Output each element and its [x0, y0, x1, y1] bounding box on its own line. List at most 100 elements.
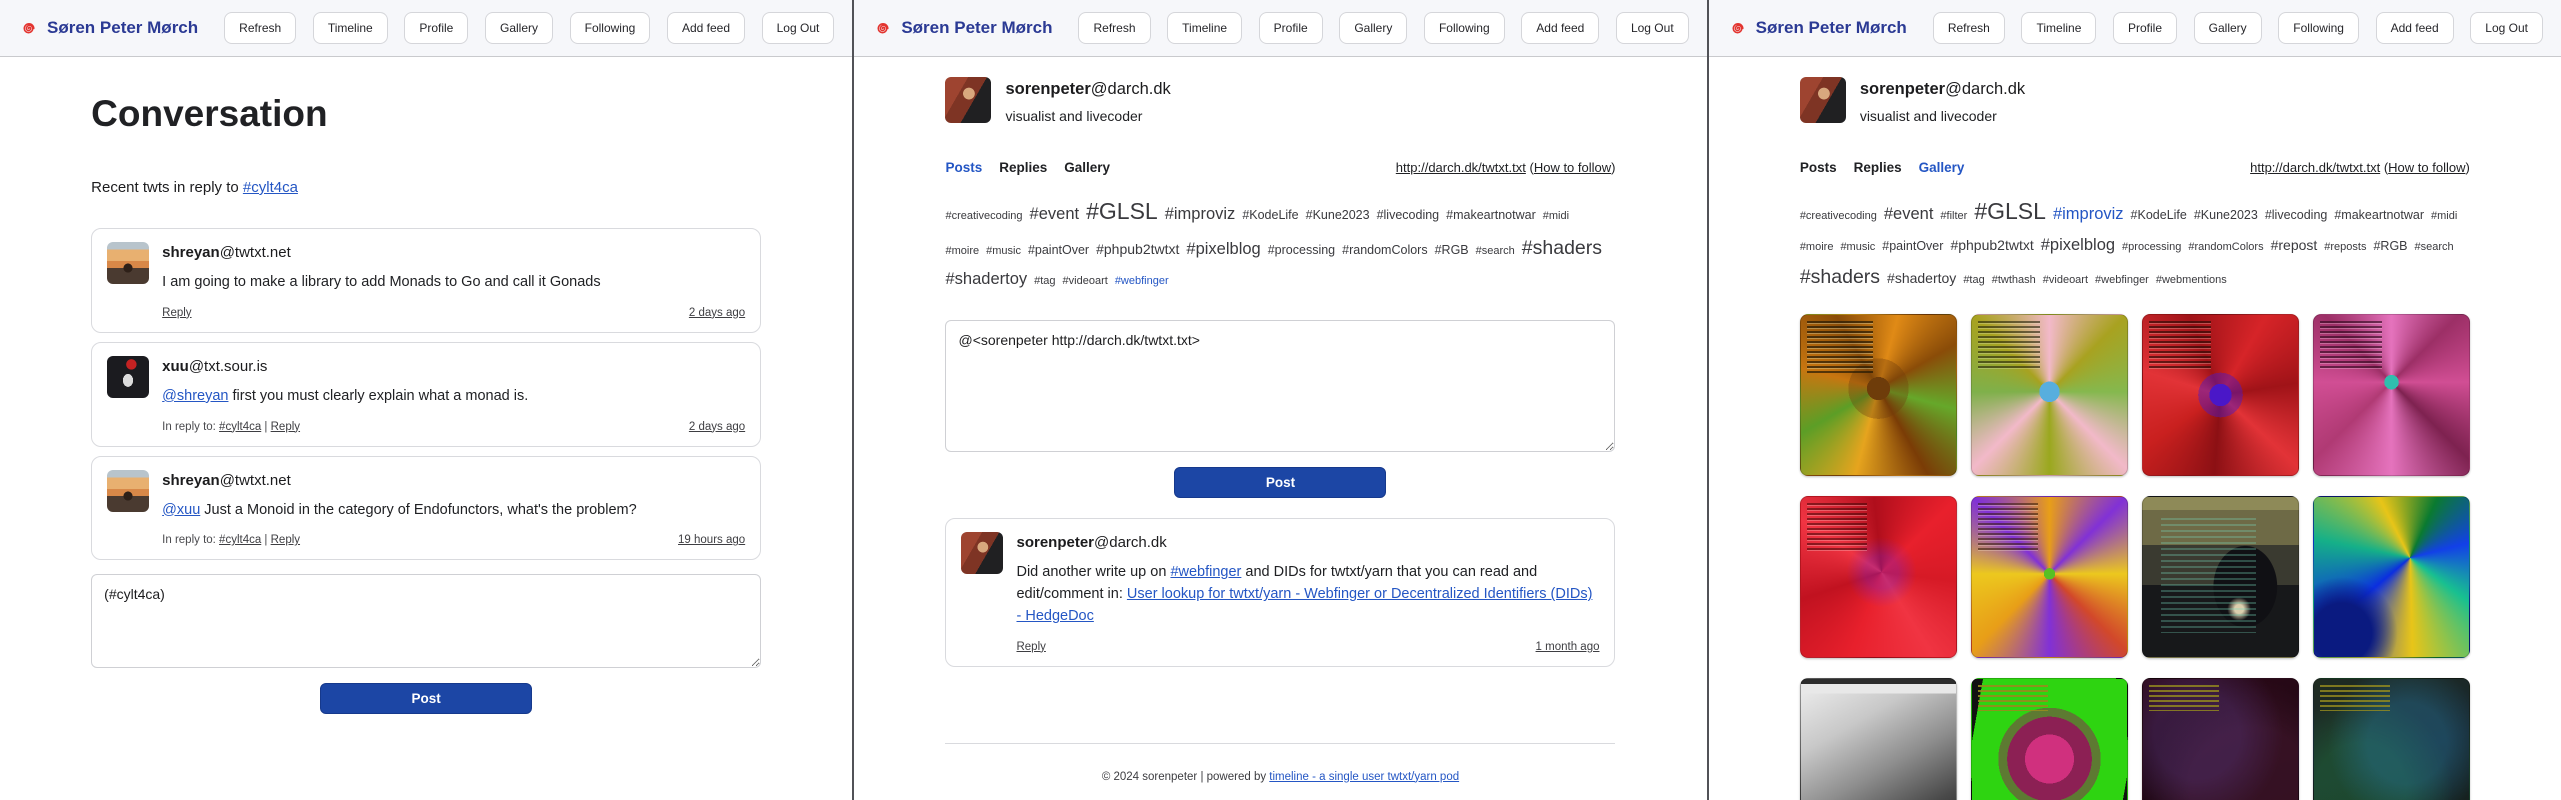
thread-tag-link[interactable]: #cylt4ca [243, 179, 298, 196]
hashtag-link[interactable]: #tag [1963, 271, 1984, 290]
in-reply-to-tag-link[interactable]: #cylt4ca [219, 534, 261, 546]
gallery-image-livecoding-performance-photo[interactable] [2142, 496, 2299, 658]
nav-profile-button[interactable]: Profile [2113, 12, 2177, 44]
post-button[interactable]: Post [1174, 467, 1386, 498]
nav-following-button[interactable]: Following [2278, 12, 2359, 44]
hashtag-link[interactable]: #shadertoy [1887, 266, 1956, 291]
gallery-image-dark-maroon-wisps[interactable] [2142, 678, 2299, 800]
hashtag-link[interactable]: #creativecoding [1800, 207, 1877, 226]
nav-timeline-button[interactable]: Timeline [313, 12, 388, 44]
hashtag-link[interactable]: #Kune2023 [1306, 205, 1370, 227]
hashtag-link[interactable]: #randomColors [2188, 238, 2263, 257]
twt-composer-textarea[interactable]: @<sorenpeter http://darch.dk/twtxt.txt> [945, 320, 1615, 452]
hashtag-link[interactable]: #creativecoding [945, 207, 1022, 226]
feed-url-link[interactable]: http://darch.dk/twtxt.txt [2250, 160, 2380, 175]
hashtag-link[interactable]: #midi [2431, 207, 2457, 226]
hashtag-link[interactable]: #KodeLife [2131, 205, 2187, 227]
powered-by-link[interactable]: timeline - a single user twtxt/yarn pod [1269, 771, 1459, 783]
nav-add-feed-button[interactable]: Add feed [1521, 12, 1599, 44]
hashtag-link[interactable]: #event [1884, 200, 1934, 229]
hashtag-link[interactable]: #webfinger [2095, 271, 2149, 290]
hashtag-link[interactable]: #pixelblog [2041, 231, 2115, 260]
profile-tab[interactable]: Replies [1854, 160, 1902, 175]
nav-refresh-button[interactable]: Refresh [1078, 12, 1150, 44]
hashtag-link[interactable]: #paintOver [1882, 236, 1943, 258]
hashtag-link[interactable]: #reposts [2324, 238, 2366, 257]
nav-add-feed-button[interactable]: Add feed [667, 12, 745, 44]
brand-home-link[interactable]: Søren Peter Mørch [18, 18, 198, 39]
hashtag-link[interactable]: #RGB [1435, 240, 1469, 262]
how-to-follow-link[interactable]: How to follow [2388, 160, 2465, 175]
gallery-image-red-radial-burst[interactable] [1800, 496, 1957, 658]
nav-following-button[interactable]: Following [1424, 12, 1505, 44]
nav-add-feed-button[interactable]: Add feed [2376, 12, 2454, 44]
hashtag-link[interactable]: #shaders [1522, 231, 1602, 265]
hashtag-link[interactable]: #KodeLife [1242, 205, 1298, 227]
hashtag-link[interactable]: #RGB [2373, 236, 2407, 258]
hashtag-link[interactable]: #GLSL [1086, 191, 1158, 231]
twt-composer-textarea[interactable]: (#cylt4ca) [91, 574, 761, 668]
nav-gallery-button[interactable]: Gallery [2194, 12, 2262, 44]
hashtag-link[interactable]: #filter [1940, 207, 1967, 226]
gallery-image-shader-blue-green-yellow[interactable] [2313, 496, 2470, 658]
gallery-image-kaleidoscope-orange-purple[interactable] [1971, 496, 2128, 658]
nav-log-out-button[interactable]: Log Out [1616, 12, 1689, 44]
hashtag-link[interactable]: #improviz [2053, 200, 2124, 229]
how-to-follow-link[interactable]: How to follow [1534, 160, 1611, 175]
hashtag-link[interactable]: #improviz [1165, 200, 1236, 229]
hashtag-link[interactable]: #webfinger [1115, 272, 1169, 291]
hashtag-link[interactable]: #shadertoy [945, 265, 1027, 294]
hashtag-link[interactable]: #repost [2271, 233, 2318, 258]
hashtag-link[interactable]: #moire [945, 242, 979, 261]
nav-timeline-button[interactable]: Timeline [1167, 12, 1242, 44]
gallery-image-kaleidoscope-magenta[interactable] [2313, 314, 2470, 476]
nav-refresh-button[interactable]: Refresh [1933, 12, 2005, 44]
hashtag-link[interactable]: #music [1840, 238, 1875, 257]
twt-timestamp-link[interactable]: 2 days ago [689, 421, 745, 433]
reply-link[interactable]: Reply [162, 307, 191, 319]
mention-link[interactable]: @xuu [162, 502, 200, 518]
gallery-image-kaleidoscope-red-purple[interactable] [2142, 314, 2299, 476]
twt-timestamp-link[interactable]: 2 days ago [689, 307, 745, 319]
nav-profile-button[interactable]: Profile [1259, 12, 1323, 44]
nav-gallery-button[interactable]: Gallery [1339, 12, 1407, 44]
webfinger-tag-link[interactable]: #webfinger [1170, 564, 1241, 580]
feed-url-link[interactable]: http://darch.dk/twtxt.txt [1396, 160, 1526, 175]
gallery-image-dark-teal-noise-curves[interactable] [2313, 678, 2470, 800]
profile-tab[interactable]: Posts [945, 160, 982, 175]
hashtag-link[interactable]: #twthash [1992, 271, 2036, 290]
hashtag-link[interactable]: #videoart [1063, 272, 1108, 291]
brand-home-link[interactable]: Søren Peter Mørch [1727, 18, 1907, 39]
twt-timestamp-link[interactable]: 19 hours ago [678, 534, 745, 546]
hashtag-link[interactable]: #webmentions [2156, 271, 2227, 290]
hashtag-link[interactable]: #processing [1268, 240, 1335, 262]
nav-profile-button[interactable]: Profile [404, 12, 468, 44]
hashtag-link[interactable]: #randomColors [1342, 240, 1427, 262]
post-button[interactable]: Post [320, 683, 532, 714]
brand-home-link[interactable]: Søren Peter Mørch [872, 18, 1052, 39]
hashtag-link[interactable]: #pixelblog [1186, 235, 1260, 264]
hashtag-link[interactable]: #shaders [1800, 260, 1880, 294]
nav-log-out-button[interactable]: Log Out [2470, 12, 2543, 44]
hashtag-link[interactable]: #livecoding [1377, 205, 1440, 227]
hashtag-link[interactable]: #videoart [2043, 271, 2088, 290]
hashtag-link[interactable]: #makeartnotwar [1446, 205, 1536, 227]
gallery-image-kaleidoscope-orange-green[interactable] [1800, 314, 1957, 476]
hashtag-link[interactable]: #search [1476, 242, 1515, 261]
profile-tab[interactable]: Gallery [1919, 160, 1965, 175]
profile-tab[interactable]: Posts [1800, 160, 1837, 175]
hashtag-link[interactable]: #music [986, 242, 1021, 261]
gallery-image-green-magenta-wireframe[interactable] [1971, 678, 2128, 800]
in-reply-to-tag-link[interactable]: #cylt4ca [219, 421, 261, 433]
hashtag-link[interactable]: #processing [2122, 238, 2181, 257]
reply-link[interactable]: Reply [1016, 641, 1045, 653]
hashtag-link[interactable]: #Kune2023 [2194, 205, 2258, 227]
twt-timestamp-link[interactable]: 1 month ago [1536, 641, 1600, 653]
profile-tab[interactable]: Gallery [1064, 160, 1110, 175]
hashtag-link[interactable]: #GLSL [1974, 191, 2046, 231]
reply-link[interactable]: Reply [271, 534, 300, 546]
hashtag-link[interactable]: #phpub2twtxt [1096, 237, 1179, 262]
hashtag-link[interactable]: #moire [1800, 238, 1834, 257]
nav-gallery-button[interactable]: Gallery [485, 12, 553, 44]
nav-refresh-button[interactable]: Refresh [224, 12, 296, 44]
